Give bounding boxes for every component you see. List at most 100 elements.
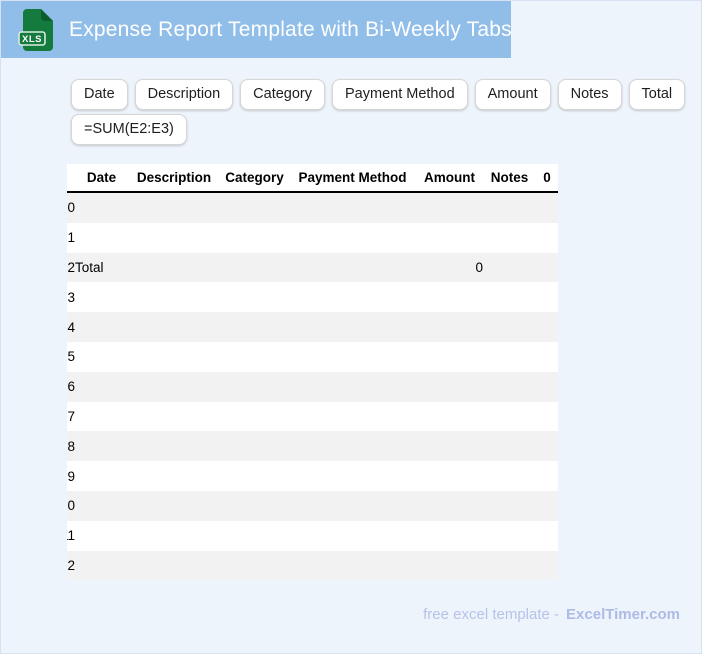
cell-payment-method	[289, 223, 416, 253]
cell-notes	[483, 431, 536, 461]
footer-brand-link[interactable]: ExcelTimer.com	[566, 606, 680, 623]
chip-payment-method[interactable]: Payment Method	[332, 79, 468, 110]
col-header-amount: Amount	[416, 164, 483, 193]
chip-total[interactable]: Total	[628, 79, 686, 110]
cell-amount	[416, 342, 483, 372]
cell-date	[75, 461, 128, 491]
cell-rownum: 6	[67, 379, 75, 395]
cell-zero	[536, 431, 558, 461]
cell-rownum: 9	[67, 468, 75, 484]
cell-zero	[536, 312, 558, 342]
table-row: 4	[67, 312, 558, 342]
xls-badge-label: XLS	[22, 34, 42, 45]
chip-description[interactable]: Description	[134, 79, 234, 110]
cell-payment-method	[289, 521, 416, 551]
cell-category	[220, 312, 289, 342]
col-header-notes: Notes	[483, 164, 536, 193]
cell-amount	[416, 312, 483, 342]
cell-zero	[536, 551, 558, 581]
chip-notes[interactable]: Notes	[557, 79, 622, 110]
cell-amount	[416, 521, 483, 551]
cell-payment-method	[289, 431, 416, 461]
col-header-payment-method: Payment Method	[289, 164, 416, 193]
table-row: 8	[67, 431, 558, 462]
cell-category	[220, 402, 289, 432]
cell-date	[75, 282, 128, 312]
footer-credit: free excel template - ExcelTimer.com	[423, 606, 680, 623]
cell-description	[128, 551, 220, 581]
cell-payment-method	[289, 372, 416, 402]
cell-rownum: 7	[67, 408, 75, 424]
cell-category	[220, 253, 289, 283]
cell-notes	[483, 491, 536, 521]
cell-date	[75, 312, 128, 342]
column-chips: Date Description Category Payment Method…	[71, 79, 686, 145]
cell-date: Total	[75, 259, 104, 275]
chip-date[interactable]: Date	[71, 79, 128, 110]
table-row: 11	[67, 520, 558, 551]
cell-payment-method	[289, 192, 416, 223]
table-row: 12	[67, 550, 558, 581]
cell-description	[128, 461, 220, 491]
cell-date	[75, 342, 128, 372]
cell-amount	[416, 282, 483, 312]
cell-payment-method	[289, 461, 416, 491]
cell-category	[220, 372, 289, 402]
page-title: Expense Report Template with Bi-Weekly T…	[69, 17, 512, 41]
chip-category[interactable]: Category	[240, 79, 326, 110]
cell-notes	[483, 521, 536, 551]
cell-description	[128, 431, 220, 461]
cell-rownum: 1	[67, 230, 75, 246]
cell-payment-method	[289, 342, 416, 372]
cell-category	[220, 342, 289, 372]
cell-zero	[536, 223, 558, 253]
cell-date	[75, 551, 128, 581]
table-row: 7	[67, 401, 558, 432]
cell-rownum: 3	[67, 289, 75, 305]
col-header-zero: 0	[536, 164, 558, 193]
chip-formula[interactable]: =SUM(E2:E3)	[71, 114, 187, 145]
cell-description	[128, 192, 220, 223]
cell-zero	[536, 342, 558, 372]
cell-category	[220, 461, 289, 491]
cell-rownum: 11	[67, 528, 75, 544]
cell-notes	[483, 282, 536, 312]
col-header-date: Date	[75, 164, 128, 193]
cell-amount	[416, 372, 483, 402]
cell-description	[128, 521, 220, 551]
footer-text: free excel template -	[423, 606, 560, 623]
cell-zero	[536, 372, 558, 402]
cell-category	[220, 551, 289, 581]
cell-date	[75, 223, 128, 253]
cell-payment-method	[289, 312, 416, 342]
table-row: 9	[67, 461, 558, 491]
col-header-rownum	[67, 164, 75, 193]
cell-rownum: 5	[67, 349, 75, 365]
cell-category	[220, 431, 289, 461]
chip-amount[interactable]: Amount	[474, 79, 551, 110]
cell-description	[128, 253, 220, 283]
cell-payment-method	[289, 491, 416, 521]
cell-rownum: 0	[67, 200, 75, 216]
cell-notes	[483, 551, 536, 581]
cell-payment-method	[289, 402, 416, 432]
table-row: 1	[67, 222, 558, 253]
cell-notes	[483, 372, 536, 402]
cell-description	[128, 223, 220, 253]
cell-notes	[483, 402, 536, 432]
table-row: 10	[67, 490, 558, 521]
file-fold-shape	[41, 8, 53, 21]
table-row: 6	[67, 371, 558, 402]
cell-description	[128, 491, 220, 521]
cell-date	[75, 192, 128, 223]
cell-category	[220, 521, 289, 551]
template-preview-card: XLS Expense Report Template with Bi-Week…	[0, 0, 702, 654]
cell-notes	[483, 223, 536, 253]
cell-rownum: 2	[67, 259, 75, 275]
cell-date	[75, 372, 128, 402]
cell-description	[128, 282, 220, 312]
cell-description	[128, 342, 220, 372]
xls-file-icon: XLS	[18, 8, 53, 51]
cell-zero	[536, 461, 558, 491]
cell-category	[220, 282, 289, 312]
